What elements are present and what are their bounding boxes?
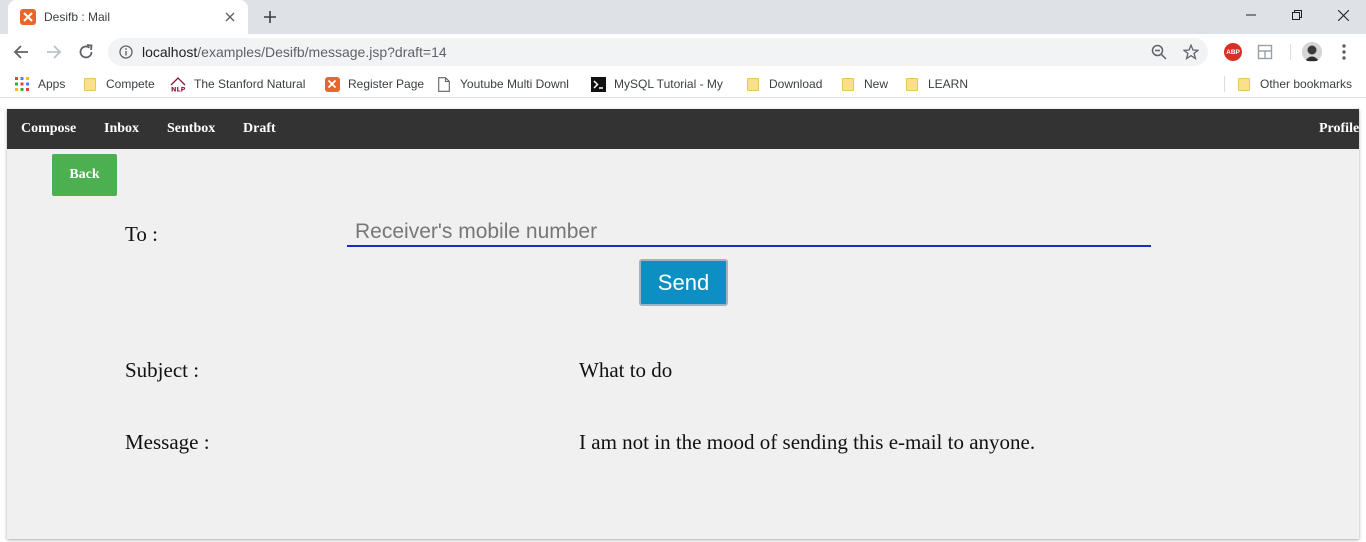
avatar[interactable] [1302,42,1322,62]
url-path: /examples/Desifb/message.jsp?draft=14 [197,44,447,60]
svg-text:NLP: NLP [171,86,186,93]
xampp-favicon-icon [20,9,36,25]
nlp-icon: NLP [170,76,186,92]
send-button[interactable]: Send [639,259,728,306]
message-label: Message : [125,430,210,454]
nav-inbox[interactable]: Inbox [104,109,139,149]
xampp-icon [324,76,340,92]
bookmarks-divider [1224,76,1225,92]
plus-icon[interactable] [258,6,282,28]
apps-grid-icon [14,76,30,92]
bookmark-other-bookmarks[interactable]: Other bookmarks [1236,75,1352,93]
browser-toolbar: localhost/examples/Desifb/message.jsp?dr… [0,34,1366,70]
bookmark-label: New [864,77,889,91]
folder-icon [904,76,920,92]
bookmark-learn[interactable]: LEARN [904,75,968,93]
browser-tab[interactable]: Desifb : Mail [8,0,248,34]
toolbar-divider [1290,44,1291,60]
tab-strip: Desifb : Mail [0,0,1366,34]
folder-icon [82,76,98,92]
nav-draft[interactable]: Draft [243,109,276,149]
address-bar[interactable]: localhost/examples/Desifb/message.jsp?dr… [108,38,1208,66]
extension-icon[interactable] [1256,43,1274,61]
window-close-icon[interactable] [1320,0,1366,30]
nav-compose[interactable]: Compose [21,109,76,149]
url-text[interactable]: localhost/examples/Desifb/message.jsp?dr… [142,44,447,60]
forward-arrow-icon[interactable] [41,39,67,65]
bookmark-apps[interactable]: Apps [14,75,65,93]
bookmark-youtube-multi-downloader[interactable]: Youtube Multi Downl [436,75,571,93]
info-icon[interactable] [118,44,134,60]
bookmark-mysql-tutorial[interactable]: MySQL Tutorial - My [590,75,727,93]
bookmark-label: Download [769,77,823,91]
bookmark-download[interactable]: Download [745,75,822,93]
bookmark-label: Other bookmarks [1260,77,1353,91]
bookmark-label: Apps [38,77,66,91]
reload-icon[interactable] [73,39,99,65]
more-menu-icon[interactable] [1334,42,1354,62]
adblock-icon[interactable]: ABP [1224,43,1242,61]
subject-label: Subject : [125,358,200,382]
folder-icon [745,76,761,92]
back-button[interactable]: Back [52,154,117,196]
zoom-icon[interactable] [1150,43,1168,61]
mail-container: Compose Inbox Sentbox Draft Profile Back… [7,109,1359,539]
minimize-icon[interactable] [1228,0,1274,30]
bookmark-new[interactable]: New [840,75,888,93]
star-icon[interactable] [1182,43,1200,61]
subject-value: What to do [579,358,673,382]
nav-profile[interactable]: Profile [1319,109,1359,149]
bookmark-label: MySQL Tutorial - My [614,77,723,91]
bookmark-label: Compete [106,77,155,91]
receiver-input[interactable] [347,219,1151,247]
page-viewport: Compose Inbox Sentbox Draft Profile Back… [0,99,1366,542]
bookmarks-bar: Apps Compete NLP The Stanford Natural Re… [0,70,1366,98]
bookmark-stanford-nlp[interactable]: NLP The Stanford Natural [170,75,306,93]
folder-icon [1236,76,1252,92]
back-arrow-icon[interactable] [8,39,34,65]
bookmark-label: Youtube Multi Downl [460,77,569,91]
bookmark-compete[interactable]: Compete [82,75,155,93]
nav-sentbox[interactable]: Sentbox [167,109,215,149]
top-navbar: Compose Inbox Sentbox Draft Profile [7,109,1359,149]
message-value: I am not in the mood of sending this e-m… [579,430,1036,454]
bookmark-label: The Stanford Natural [194,77,306,91]
bookmark-label: LEARN [928,77,969,91]
close-icon[interactable] [222,9,238,25]
url-host: localhost [142,44,198,60]
terminal-icon [590,76,606,92]
tab-title: Desifb : Mail [44,10,111,24]
folder-icon [840,76,856,92]
page-icon [436,76,452,92]
to-label: To : [125,222,158,246]
maximize-icon[interactable] [1274,0,1320,30]
bookmark-register-page[interactable]: Register Page [324,75,424,93]
bookmark-label: Register Page [348,77,425,91]
